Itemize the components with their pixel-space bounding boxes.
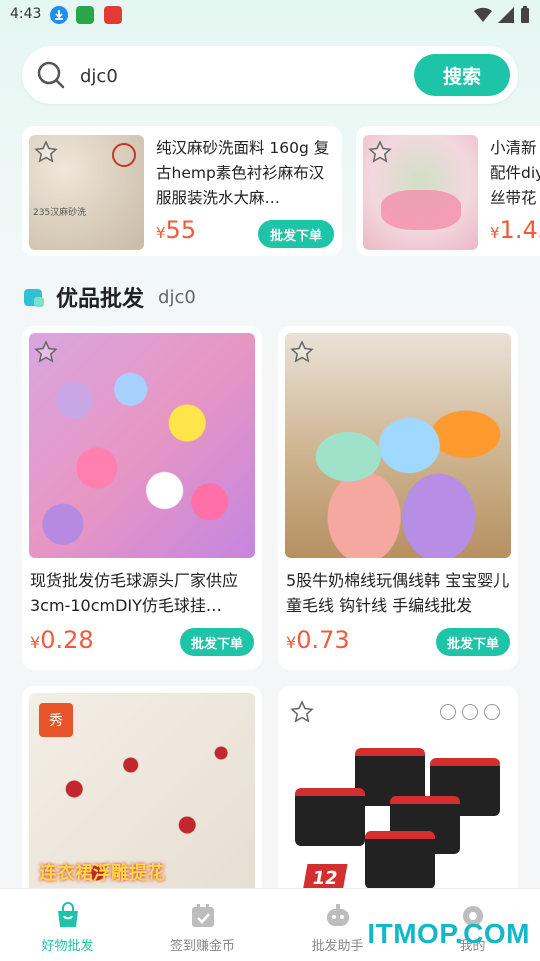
section-header: 优品批发 djc0: [22, 282, 196, 312]
favorite-star-icon[interactable]: [34, 140, 58, 164]
search-bar: 搜索: [22, 46, 518, 104]
wifi-icon: [474, 7, 492, 23]
product-card[interactable]: 5股牛奶棉线玩偶线韩 宝宝婴儿童毛线 钩针线 手编线批发 ¥0.73 批发下单: [278, 326, 518, 670]
brand-seal: [112, 143, 136, 167]
robot-icon: [326, 904, 349, 926]
wholesale-order-button[interactable]: 批发下单: [180, 628, 254, 656]
cert-icon: [484, 704, 500, 720]
search-button[interactable]: 搜索: [414, 54, 510, 96]
status-bar: 4:43: [0, 0, 540, 30]
currency-symbol: ¥: [156, 224, 166, 242]
product-price: ¥55: [156, 216, 196, 244]
product-price: ¥1.45: [490, 216, 540, 244]
currency-symbol: ¥: [30, 633, 41, 652]
tab-label: 批发助手: [311, 939, 364, 954]
cert-icon: [440, 704, 456, 720]
search-input[interactable]: [78, 58, 412, 94]
cert-icon: [462, 704, 478, 720]
wholesale-order-button[interactable]: 批发下单: [436, 628, 510, 656]
tab-label: 签到赚金币: [169, 939, 235, 954]
flower-cluster: [381, 190, 461, 230]
product-card[interactable]: 现货批发仿毛球源头厂家供应3cm-10cmDIY仿毛球挂… ¥0.28 批发下单: [22, 326, 262, 670]
battery-icon: [521, 6, 529, 23]
search-icon: [37, 61, 65, 89]
image-caption: 235汉麻砂洗: [33, 208, 87, 218]
product-name: 现货批发仿毛球源头厂家供应3cm-10cmDIY仿毛球挂…: [30, 571, 239, 615]
currency-symbol: ¥: [490, 224, 500, 242]
favorite-star-icon[interactable]: [290, 340, 314, 364]
shopping-bag-icon: [24, 289, 44, 307]
shopping-bag-icon: [57, 902, 78, 927]
product-title: 纯汉麻砂洗面料 160g 复古hemp素色衬衫麻布汉服服装洗水大麻…: [156, 139, 330, 207]
product-price: ¥0.28: [30, 626, 94, 654]
price-value: 0.28: [40, 626, 94, 654]
product-price: ¥0.73: [286, 626, 350, 654]
product-image: [29, 333, 255, 558]
product-image: [285, 333, 511, 558]
price-value: 0.73: [296, 626, 350, 654]
battery-pack: [295, 788, 365, 846]
price-value: 1.45: [499, 216, 540, 244]
product-title: 小清新配件diy丝带花: [490, 139, 540, 207]
section-subtitle: djc0: [158, 286, 196, 308]
status-time: 4:43: [10, 6, 42, 22]
favorite-star-icon[interactable]: [368, 140, 392, 164]
certification-icons: [440, 704, 500, 720]
favorite-star-icon[interactable]: [34, 340, 58, 364]
price-value: 55: [165, 216, 197, 244]
app-notification-icon: [76, 6, 94, 24]
signal-icon: [498, 7, 514, 23]
product-name: 5股牛奶棉线玩偶线韩 宝宝婴儿童毛线 钩针线 手编线批发: [286, 571, 510, 615]
favorite-star-icon[interactable]: [290, 700, 314, 724]
tab-label: 好物批发: [41, 939, 94, 954]
store-badge: 秀: [39, 703, 73, 737]
featured-card-2[interactable]: 小清新配件diy丝带花 ¥1.45: [356, 126, 540, 256]
image-caption: 连衣裙浮雕提花: [39, 863, 165, 884]
watermark: ITMOP.COM: [367, 918, 530, 949]
download-icon: [50, 6, 68, 24]
calendar-check-icon: [191, 904, 214, 927]
wholesale-order-button[interactable]: 批发下单: [258, 220, 334, 248]
tab-wholesale[interactable]: 好物批发: [0, 889, 135, 961]
featured-card-1[interactable]: 235汉麻砂洗 纯汉麻砂洗面料 160g 复古hemp素色衬衫麻布汉服服装洗水大…: [22, 126, 342, 256]
section-title: 优品批发: [56, 287, 145, 312]
tab-checkin[interactable]: 签到赚金币: [135, 889, 270, 961]
battery-pack: [365, 831, 435, 889]
currency-symbol: ¥: [286, 633, 297, 652]
app-notification-icon-2: [104, 6, 122, 24]
